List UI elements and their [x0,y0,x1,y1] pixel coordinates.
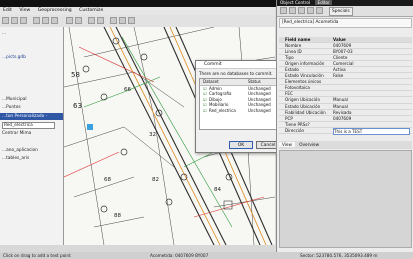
field-value[interactable]: Manual [333,97,410,102]
list-item[interactable]: ☑ Red_electrica Unchanged [200,108,282,113]
tool-button[interactable] [316,7,323,14]
tab-editor[interactable]: Editor [315,0,332,5]
toc-line[interactable]: ...picts.gdb [2,55,26,60]
tool-button[interactable] [88,17,95,24]
table-row[interactable]: Dirección This is a TEST [279,127,412,135]
layer-select[interactable]: Red_electrica [2,122,55,129]
tree-item[interactable]: ...ano_aplicacion [2,148,38,153]
map-label: 84 [214,187,221,193]
field-name: Nombre [285,43,302,49]
tool-button[interactable] [66,17,73,24]
field-name: Dirección [285,127,305,133]
tab-overview[interactable]: Overview [296,142,322,147]
map-label: 32 [149,132,156,138]
toc-line: ... [2,31,7,36]
dialog-title-bar: Commit × [196,61,284,69]
checkmark-icon: ☑ [203,107,207,113]
field-value[interactable]: Activa [333,67,410,72]
tool-button[interactable] [280,7,287,14]
field-name: Tipo [285,55,294,61]
tool-button[interactable] [33,17,40,24]
tool-button[interactable] [119,17,126,24]
tree-item[interactable]: ...tables_aris [2,156,29,161]
column-header-dataset[interactable]: Dataset [203,79,219,85]
map-label: 68 [104,177,111,183]
field-value[interactable]: Cliente [333,55,410,60]
map-label: 63 [73,102,82,110]
dialog-message: There are no databases to commit. [199,71,273,76]
toc-line[interactable]: ...Puntos [2,105,21,110]
tool-button[interactable] [2,17,9,24]
field-name: FEC [285,91,293,97]
field-value[interactable]: Comercial [333,61,410,66]
list-header: Dataset Status [200,79,282,86]
tool-button[interactable] [289,7,296,14]
attribute-table: Field name Value Nombre 0407609 Línea ID B… [279,37,412,135]
tool-button[interactable] [97,17,104,24]
preview-area [279,150,412,248]
tool-button[interactable] [307,7,314,14]
menu-bar: Edit View Geoprocessing Customize [0,7,275,15]
toc-line[interactable]: ...Municipal [2,97,27,102]
menu-edit[interactable]: Edit [0,7,15,15]
field-name: Línea ID [285,49,302,55]
field-value[interactable]: 0407609 [333,116,410,121]
tool-button[interactable] [75,17,82,24]
field-name: Fiabilidad Ubicación [285,109,326,115]
field-name: Estado Vinculación [285,73,324,79]
field-name: Origen Ubicación [285,97,321,103]
menu-geoprocessing[interactable]: Geoprocessing [35,7,75,15]
column-header-value[interactable]: Value [333,37,410,42]
dialog-title: Commit [204,62,222,67]
map-label: 88 [114,213,121,219]
field-value[interactable]: Manual [333,104,410,109]
tool-button[interactable] [42,17,49,24]
status-middle: Acometida: 0407609 BY007 [150,253,209,258]
field-name: Estado [285,67,299,73]
tool-button[interactable] [51,17,58,24]
field-name: Fotovoltaica [285,85,310,91]
selected-feature [87,124,93,130]
field-name: Elementos únicos [285,79,322,85]
field-name: Tiene PRSs? [285,121,310,127]
tool-button[interactable] [128,17,135,24]
dataset-list: Dataset Status ☑ Admin Unchanged ☑ Carto… [199,78,283,130]
map-label: 82 [152,177,159,183]
object-path: [Red_electrica] Acometida [279,18,412,28]
map-label: 58 [71,71,80,79]
tree-item[interactable]: Centrar Mima [2,131,31,136]
field-name: PCP [285,115,293,121]
ok-button[interactable]: OK [229,141,253,149]
column-header-field[interactable]: Field name [285,37,331,42]
field-name: Origen información [285,61,325,67]
panel-toolbar: Specials [277,6,413,17]
bottom-tabs: View Overview [279,141,412,149]
tab-object-control[interactable]: Object Control [280,0,310,5]
specials-button[interactable]: Specials [329,7,353,16]
map-label: 66 [124,87,131,93]
dataset-status: Unchanged [248,107,271,113]
menu-customize[interactable]: Customize [76,7,106,15]
tool-button[interactable] [11,17,18,24]
field-value[interactable]: False [333,73,410,78]
commit-dialog: Commit × There are no databases to commi… [195,60,285,153]
status-left: Click on drag to add a text point [3,253,71,258]
field-value[interactable]: Revisada [333,110,410,115]
status-right: Sector: 523780.576, 3535093.489 m [300,253,378,258]
status-bar: Click on drag to add a text point Acomet… [0,252,413,259]
column-header-status[interactable]: Status [248,79,261,85]
field-value[interactable]: BY007-03 [333,49,410,54]
object-control-panel: Object Control Editor Specials [Red_elec… [276,0,413,252]
tool-button[interactable] [110,17,117,24]
field-name: Estado Ubicación [285,103,321,109]
field-value[interactable]: 0407609 [333,43,410,48]
menu-view[interactable]: View [16,7,33,15]
tool-button[interactable] [298,7,305,14]
tool-button[interactable] [20,17,27,24]
tab-view[interactable]: View [279,142,295,147]
panel-header: ...ton Personalizado - Tool_electric... [0,113,63,126]
field-value-editing[interactable]: This is a TEST [333,127,410,135]
dataset-name: Red_electrica [209,107,236,113]
table-of-contents-panel: ... ...picts.gdb ...Municipal ...Puntos … [0,27,64,245]
